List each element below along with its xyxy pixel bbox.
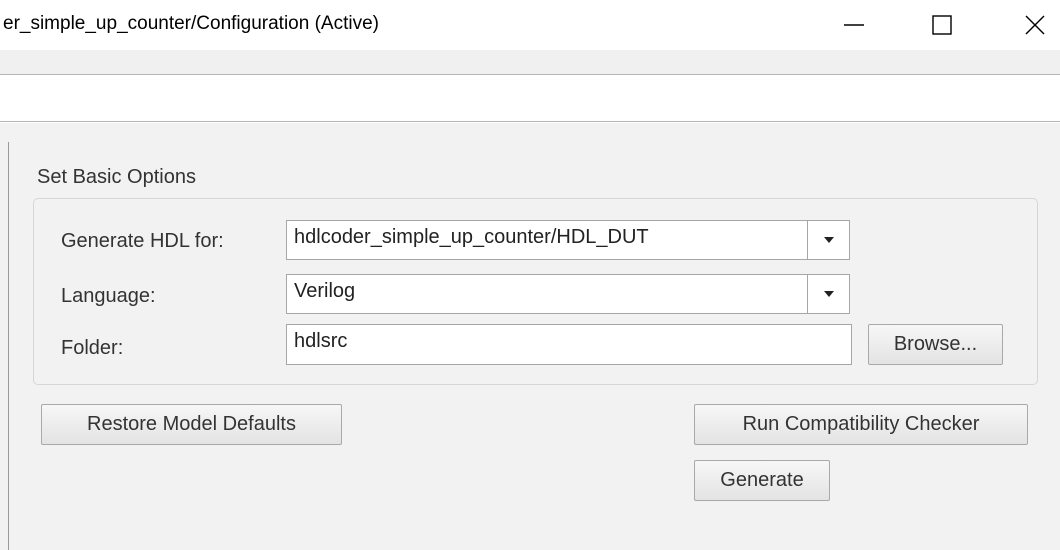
address-bar[interactable] xyxy=(0,74,1060,122)
compatibility-checker-button[interactable]: Run Compatibility Checker xyxy=(694,404,1028,445)
language-label: Language: xyxy=(61,285,156,307)
minimize-icon xyxy=(844,24,864,26)
folder-label: Folder: xyxy=(61,337,124,359)
close-button[interactable] xyxy=(1005,0,1060,50)
section-heading: Set Basic Options xyxy=(37,166,196,188)
close-icon xyxy=(1025,15,1045,35)
title-bar: er_simple_up_counter/Configuration (Acti… xyxy=(0,0,1060,50)
left-pane-divider xyxy=(8,142,9,550)
minimize-button[interactable] xyxy=(824,0,884,50)
language-dropdown-button[interactable] xyxy=(807,274,850,314)
language-select[interactable]: Verilog xyxy=(286,274,808,314)
chevron-down-icon xyxy=(823,237,834,243)
generate-hdl-select[interactable]: hdlcoder_simple_up_counter/HDL_DUT xyxy=(286,220,808,260)
browse-button[interactable]: Browse... xyxy=(868,324,1003,365)
window-title: er_simple_up_counter/Configuration (Acti… xyxy=(3,13,379,34)
maximize-button[interactable] xyxy=(912,0,972,50)
maximize-icon xyxy=(932,15,952,35)
toolbar-strip xyxy=(0,50,1060,74)
generate-hdl-dropdown-button[interactable] xyxy=(807,220,850,260)
chevron-down-icon xyxy=(823,291,834,297)
folder-input[interactable]: hdlsrc xyxy=(286,324,852,365)
restore-defaults-button[interactable]: Restore Model Defaults xyxy=(41,404,342,445)
generate-hdl-label: Generate HDL for: xyxy=(61,230,224,252)
generate-button[interactable]: Generate xyxy=(694,460,830,501)
